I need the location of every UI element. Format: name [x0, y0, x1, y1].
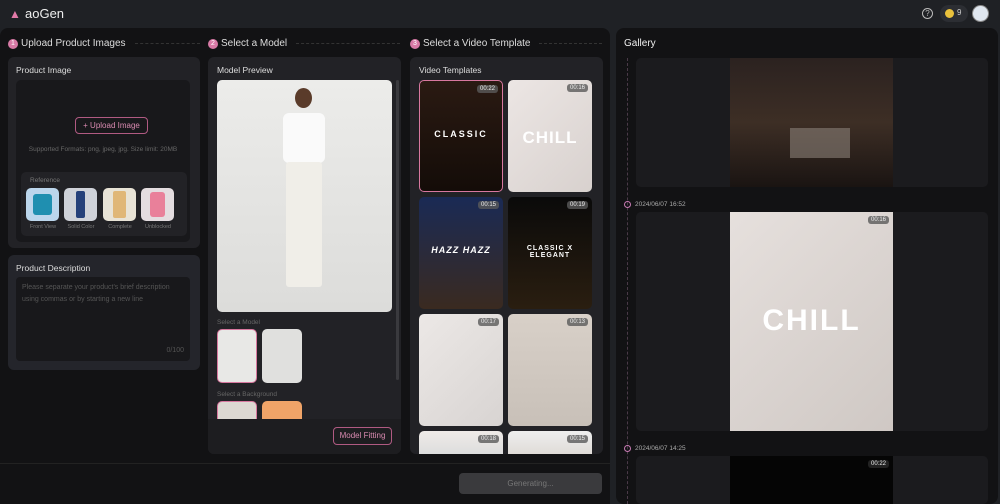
product-image-card: Product Image + Upload Image Supported F… [8, 57, 200, 248]
duration-badge: 00:15 [566, 435, 588, 443]
template-title-text: CLASSIC X ELEGANT [526, 245, 574, 259]
card-title: Product Description [16, 263, 91, 273]
step-2-header: 2 Select a Model [208, 38, 400, 49]
model-option-male[interactable] [262, 329, 302, 383]
coin-icon [945, 9, 954, 18]
logo-icon: ▲ [9, 7, 21, 21]
gallery-item[interactable]: 00:16 CHILL [636, 212, 988, 431]
video-templates-card: Video Templates 00:22 CLASSIC 00:16 CHILL 00… [410, 57, 603, 454]
step-label: Select a Video Template [423, 38, 531, 49]
select-background-label: Select a Background [217, 391, 277, 398]
reference-front-view[interactable] [26, 188, 59, 221]
divider [0, 463, 610, 464]
reference-label: Front View [29, 224, 57, 230]
model-fitting-button[interactable]: Model Fitting [333, 427, 392, 445]
template-title-text: CLASSIC [434, 129, 488, 139]
gallery-video-thumbnail[interactable]: 00:22 [730, 456, 893, 504]
step-3-header: 3 Select a Video Template [410, 38, 602, 49]
gallery-item[interactable]: 00:22 [636, 456, 988, 504]
timeline-dot [624, 201, 631, 208]
duration-badge: 00:22 [476, 85, 498, 93]
step-number: 3 [410, 38, 420, 49]
product-description-card: Product Description Please separate your… [8, 255, 200, 370]
credits-badge[interactable]: 9 [940, 5, 968, 22]
upload-dropzone[interactable]: + Upload Image Supported Formats: png, j… [16, 80, 190, 242]
duration-badge: 00:13 [566, 318, 588, 326]
model-preview-card: Model Preview Select a Model Select a Ba… [208, 57, 401, 454]
card-title: Video Templates [419, 65, 482, 75]
step-label: Select a Model [221, 38, 288, 49]
background-option-orange[interactable] [262, 401, 302, 419]
template-title-text: CHILL [522, 128, 578, 147]
template-tile[interactable]: 00:18 [419, 431, 503, 454]
duration-badge: 00:18 [477, 435, 499, 443]
duration-badge: 00:17 [477, 318, 499, 326]
duration-badge: 00:22 [867, 460, 889, 468]
select-model-label: Select a Model [217, 319, 260, 326]
credits-count: 9 [957, 8, 962, 17]
gallery-title: Gallery [624, 38, 656, 49]
template-tile[interactable]: 00:16 CHILL [508, 80, 592, 192]
video-title-text: CHILL [762, 304, 861, 337]
reference-panel: Reference Front View Solid Color Complet… [21, 172, 187, 236]
gallery-video-thumbnail[interactable]: 00:16 CHILL [730, 212, 893, 431]
duration-badge: 00:19 [566, 201, 588, 209]
duration-badge: 00:16 [566, 84, 588, 92]
template-tile[interactable]: 00:15 HAZZ HAZZ [419, 197, 503, 309]
step-number: 1 [8, 38, 18, 49]
duration-badge: 00:15 [477, 201, 499, 209]
supported-formats-text: Supported Formats: png, jpeg, jpg. Size … [28, 146, 178, 153]
gallery-item[interactable] [636, 58, 988, 187]
scrollbar[interactable] [396, 80, 399, 380]
avatar[interactable] [972, 5, 989, 22]
template-tile[interactable]: 00:15 [508, 431, 592, 454]
product-description-textarea[interactable]: Please separate your product's brief des… [16, 277, 190, 361]
reference-label: Unblocked [145, 224, 171, 230]
step-number: 2 [208, 38, 218, 49]
reference-title: Reference [30, 177, 60, 184]
background-option-white[interactable] [217, 401, 257, 419]
step-label: Upload Product Images [21, 38, 126, 49]
generate-button[interactable]: Generating... [459, 473, 602, 494]
card-title: Product Image [16, 65, 72, 75]
template-tile[interactable]: 00:19 CLASSIC X ELEGANT [508, 197, 592, 309]
duration-badge: 00:16 [867, 216, 889, 224]
app-title: aoGen [25, 6, 65, 21]
upload-image-button[interactable]: + Upload Image [75, 117, 148, 134]
reference-label: Solid Color [67, 224, 95, 230]
template-tile[interactable]: 00:22 CLASSIC [419, 80, 503, 192]
gallery-timestamp: 2024/06/07 14:25 [635, 445, 686, 452]
workspace: 1 Upload Product Images 2 Select a Model 3… [0, 28, 610, 504]
gallery-timestamp: 2024/06/07 16:52 [635, 201, 686, 208]
reference-unblocked[interactable] [141, 188, 174, 221]
template-title-text: HAZZ HAZZ [431, 245, 491, 255]
reference-label: Complete [108, 224, 132, 230]
template-tile[interactable]: 00:13 [508, 314, 592, 426]
char-counter: 0/100 [166, 347, 184, 354]
model-option-female[interactable] [217, 329, 257, 383]
help-icon[interactable]: ? [922, 8, 933, 19]
model-preview-image [217, 80, 392, 312]
gallery-panel: Gallery 2024/06/07 16:52 00:16 CHILL 202… [616, 28, 998, 504]
timeline-line [627, 58, 628, 504]
reference-complete[interactable] [103, 188, 136, 221]
step-1-header: 1 Upload Product Images [8, 38, 200, 49]
template-tile[interactable]: 00:17 [419, 314, 503, 426]
gallery-video-thumbnail[interactable] [730, 58, 893, 187]
timeline-dot [624, 445, 631, 452]
top-bar: ▲ aoGen ? 9 [0, 0, 1000, 28]
reference-solid-color[interactable] [64, 188, 97, 221]
card-title: Model Preview [217, 65, 273, 75]
description-placeholder: Please separate your product's brief des… [22, 284, 170, 303]
